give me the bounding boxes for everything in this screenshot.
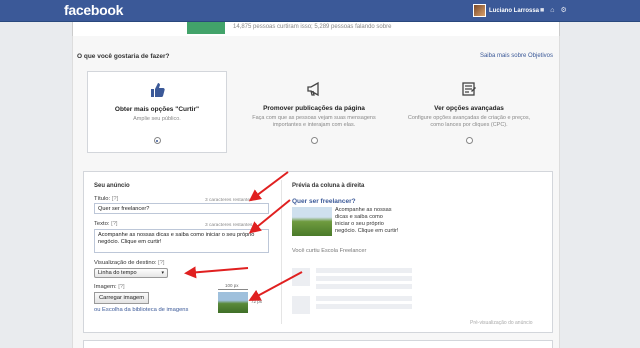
- title-help-icon[interactable]: [?]: [112, 196, 118, 202]
- objective-option-advanced[interactable]: Ver opções avançadas Configure opções av…: [392, 71, 546, 153]
- image-label: Imagem: [?]: [94, 284, 125, 290]
- ad-image-thumbnail: [218, 292, 248, 313]
- objective-radio-likes[interactable]: [153, 137, 161, 144]
- width-guide-line: [218, 289, 248, 290]
- title-label-text: Título:: [94, 196, 111, 202]
- upload-image-button[interactable]: Carregar imagem: [94, 292, 150, 304]
- text-textarea[interactable]: Acompanhe as nossas dicas e saiba como i…: [94, 229, 269, 253]
- objective-question: O que você gostaria de fazer?: [77, 53, 170, 60]
- image-width-dimension: 100 px: [225, 283, 239, 288]
- objective-description: Configure opções avançadas de criação e …: [407, 115, 531, 128]
- placeholder-line: [316, 304, 412, 309]
- placeholder-image: [292, 268, 310, 286]
- text-char-counter: 3 caracteres restantes: [205, 223, 253, 228]
- text-label-text: Texto:: [94, 221, 110, 227]
- image-label-text: Imagem:: [94, 284, 117, 290]
- title-label: Título: [?]: [94, 196, 118, 202]
- destination-label: Visualização de destino: [?]: [94, 260, 165, 266]
- image-height-dimension: 72 px: [251, 299, 263, 304]
- preview-ad-text: Acompanhe as nossas dicas e saiba como i…: [335, 207, 399, 234]
- page-preview-strip: 14,875 pessoas curtiram isso; 5,289 pess…: [72, 22, 560, 36]
- ad-create-panel: O que você gostaria de fazer? Saiba mais…: [72, 36, 560, 348]
- megaphone-icon: [237, 81, 391, 99]
- preview-ad-title[interactable]: Quer ser freelancer?: [292, 198, 356, 205]
- placeholder-line: [316, 284, 412, 289]
- placeholder-line: [316, 268, 412, 273]
- home-icon[interactable]: ⌂: [550, 7, 554, 14]
- destination-selected-value: Linha do tempo: [98, 270, 137, 276]
- page-thumbnail: [187, 22, 225, 34]
- facebook-logo[interactable]: facebook: [64, 2, 123, 18]
- settings-icon[interactable]: ⚙: [560, 7, 566, 14]
- objective-title: Obter mais opções "Curtir": [114, 106, 200, 113]
- objective-radio-promote-posts[interactable]: [310, 137, 318, 144]
- advanced-options-icon: [392, 81, 546, 99]
- placeholder-line: [316, 276, 412, 281]
- preview-heading: Prévia da coluna à direita: [292, 183, 365, 189]
- page-stats-text: 14,875 pessoas curtiram isso; 5,289 pess…: [233, 24, 392, 30]
- placeholder-line: [316, 296, 412, 301]
- ad-form-card: Seu anúncio Título: [?] 3 caracteres res…: [83, 171, 553, 333]
- objective-radio-advanced[interactable]: [465, 137, 473, 144]
- thumbs-up-icon: [88, 82, 226, 100]
- friend-requests-icon[interactable]: ■: [540, 7, 544, 14]
- learn-more-objectives-link[interactable]: Saiba mais sobre Objetivos: [480, 53, 553, 59]
- destination-label-text: Visualização de destino:: [94, 260, 157, 266]
- user-profile-link[interactable]: Luciano Larrossa: [473, 4, 539, 17]
- objective-description: Amplie seu público.: [133, 116, 181, 122]
- destination-select[interactable]: Linha do tempo ▾: [94, 268, 168, 278]
- user-name[interactable]: Luciano Larrossa: [489, 8, 539, 14]
- placeholder-image: [292, 296, 310, 314]
- objective-option-likes[interactable]: Obter mais opções "Curtir" Amplie seu pú…: [87, 71, 227, 153]
- objective-option-promote-posts[interactable]: Promover publicações da página Faça com …: [237, 71, 391, 153]
- preview-liked-text: Você curtiu Escola Freelancer: [292, 248, 367, 254]
- text-label: Texto: [?]: [94, 221, 118, 227]
- text-help-icon[interactable]: [?]: [111, 221, 117, 227]
- preview-ad-image[interactable]: [292, 207, 332, 236]
- avatar[interactable]: [473, 4, 486, 17]
- chevron-down-icon: ▾: [161, 270, 164, 276]
- objective-description: Faça com que as pessoas vejam suas mensa…: [252, 115, 376, 128]
- top-bar: facebook Luciano Larrossa ■ ⌂ ⚙: [0, 0, 640, 22]
- preview-footer-label: Pré-visualização do anúncio: [470, 320, 533, 326]
- top-icons: ■ ⌂ ⚙: [540, 7, 567, 14]
- destination-help-icon[interactable]: [?]: [158, 260, 164, 266]
- column-divider: [281, 180, 282, 324]
- image-help-icon[interactable]: [?]: [118, 284, 124, 290]
- next-section-card: [83, 340, 553, 348]
- image-library-link[interactable]: ou Escolha da biblioteca de imagens: [94, 307, 188, 313]
- objective-title: Promover publicações da página: [263, 105, 365, 112]
- objective-options: Obter mais opções "Curtir" Amplie seu pú…: [87, 71, 549, 153]
- title-input[interactable]: Quer ser freelancer?: [94, 203, 269, 214]
- objective-title: Ver opções avançadas: [434, 105, 504, 112]
- your-ad-heading: Seu anúncio: [94, 183, 130, 189]
